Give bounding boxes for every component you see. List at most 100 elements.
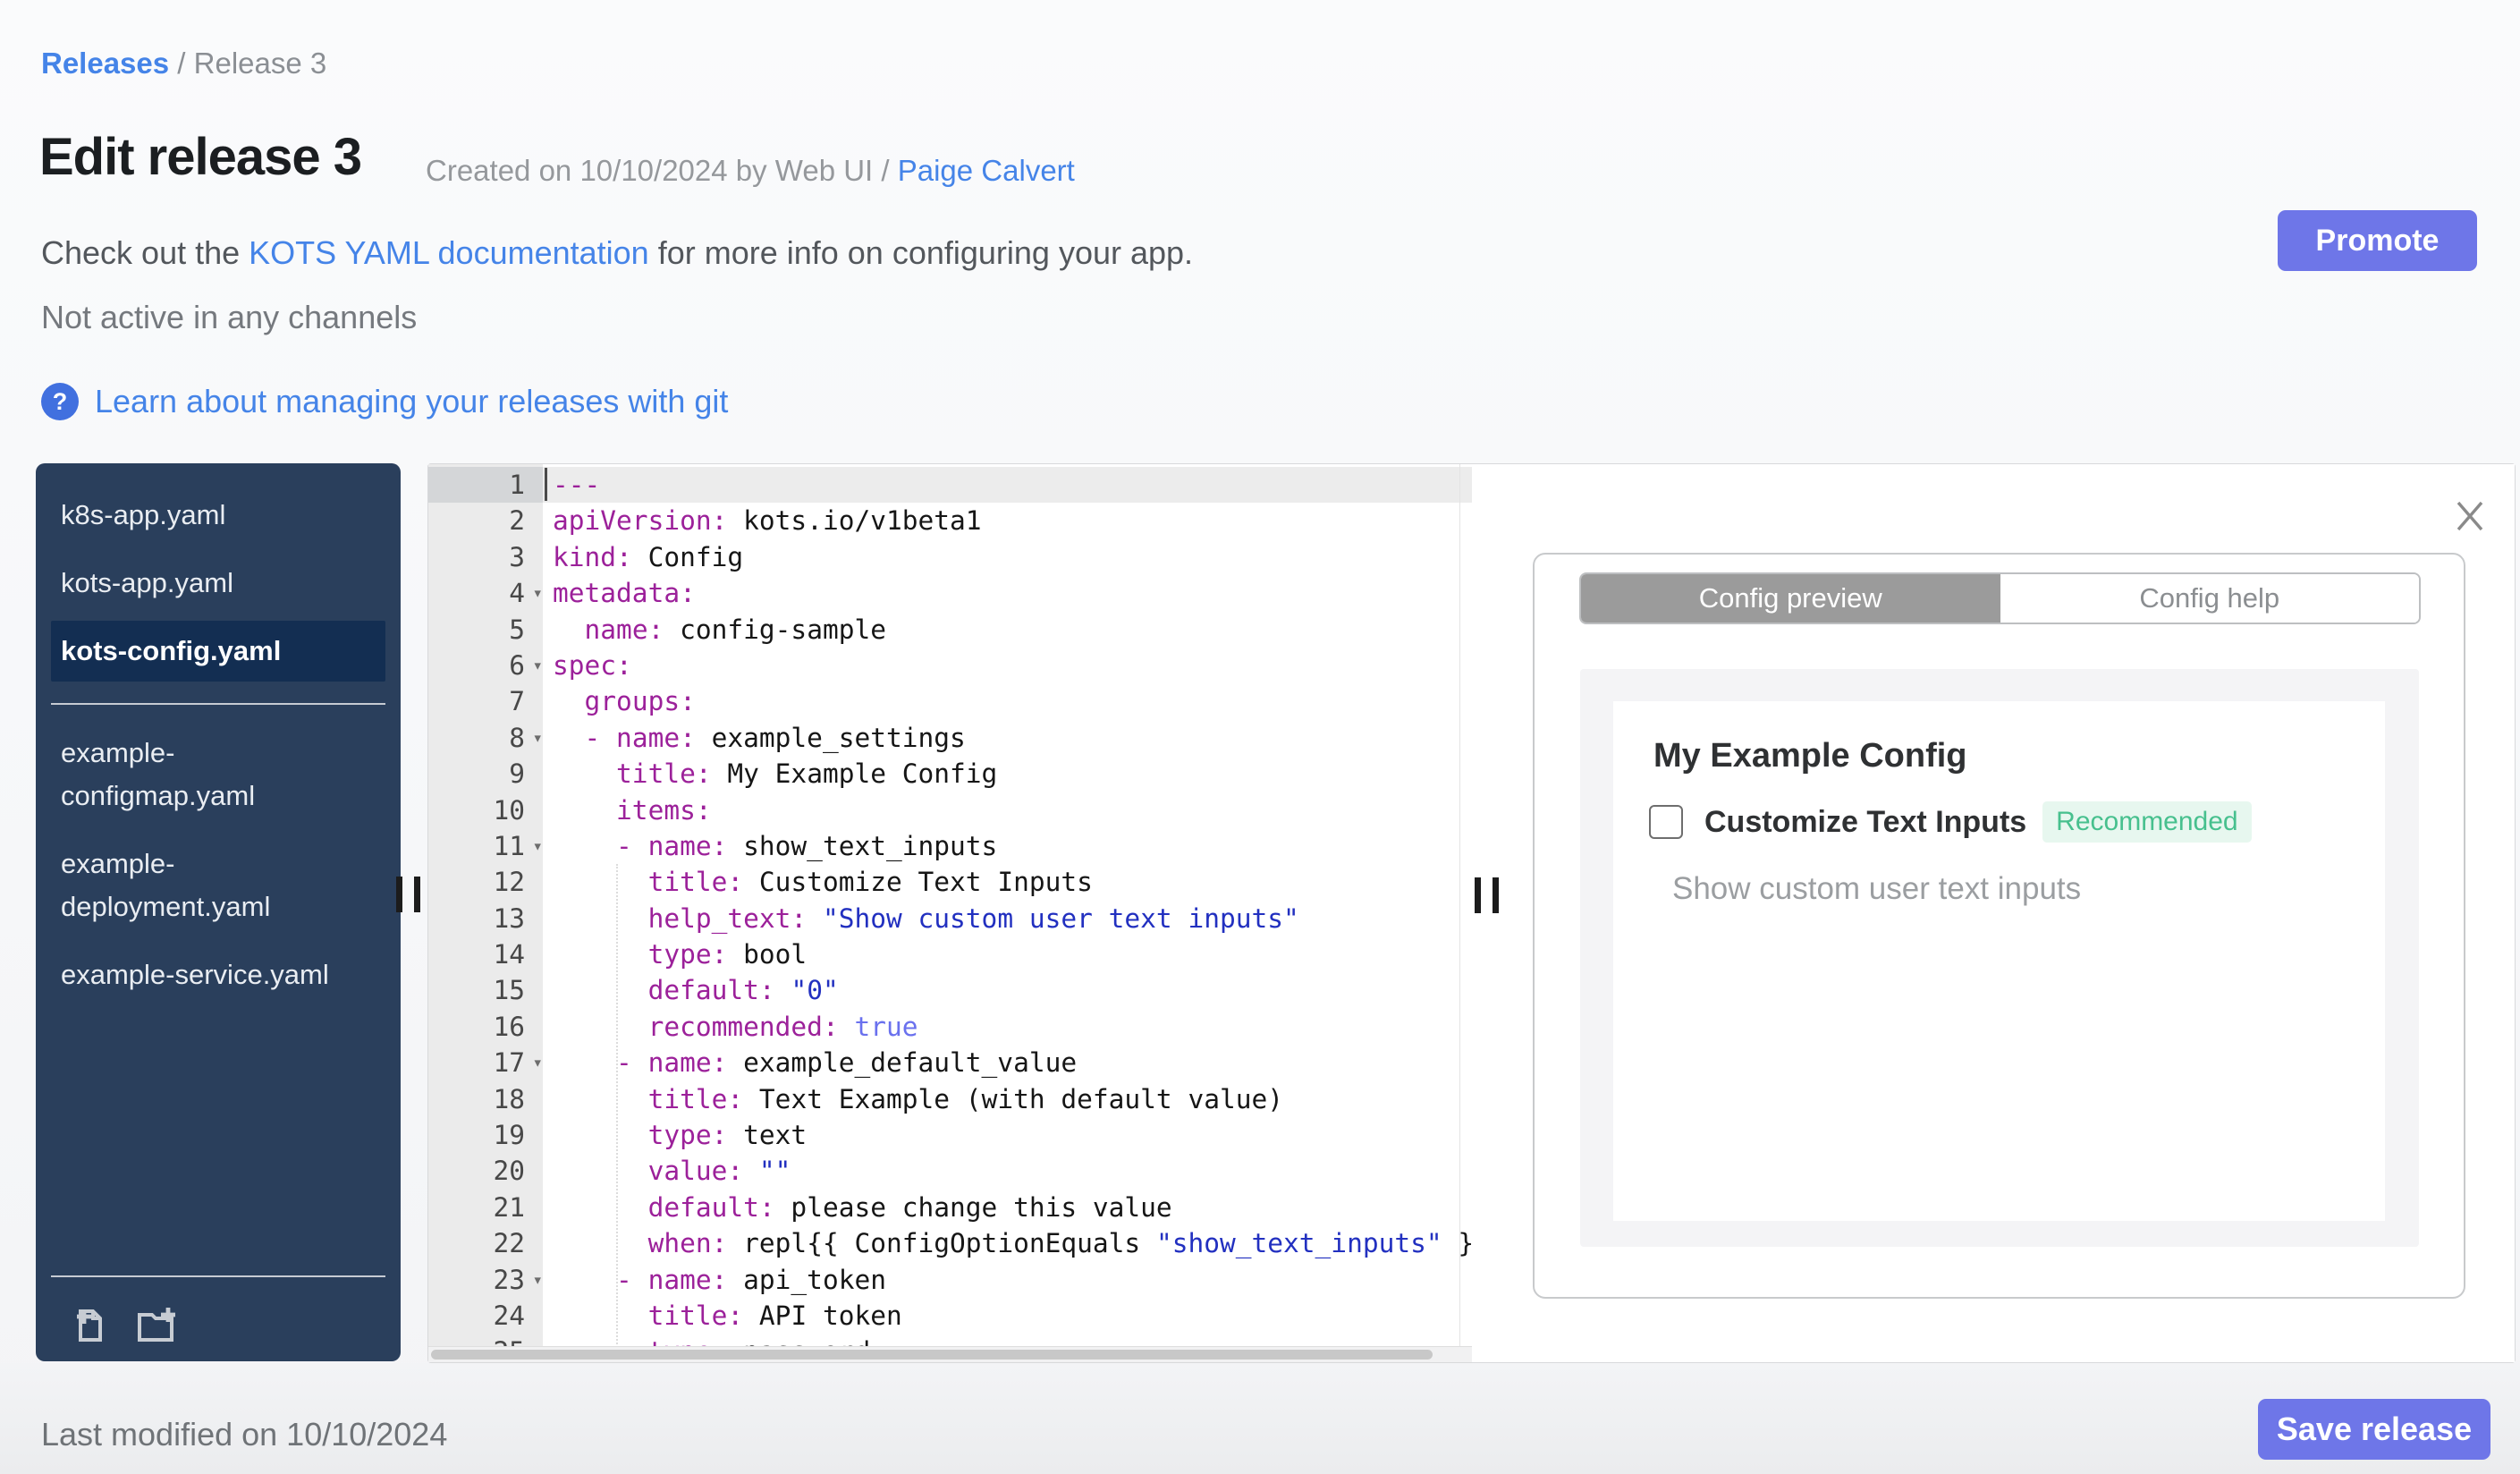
- file-item-kots-config-yaml[interactable]: kots-config.yaml: [51, 621, 385, 682]
- code-text[interactable]: title: API token: [543, 1298, 1472, 1334]
- line-number: 15: [428, 972, 543, 1009]
- fold-arrow-icon[interactable]: ▾: [533, 648, 543, 683]
- code-text[interactable]: value: "": [543, 1153, 1472, 1189]
- code-text[interactable]: title: Text Example (with default value): [543, 1081, 1472, 1117]
- code-text[interactable]: - name: show_text_inputs: [543, 828, 1472, 864]
- breadcrumb-separator: /: [177, 47, 186, 80]
- file-list: k8s-app.yaml kots-app.yaml kots-config.yam…: [36, 463, 401, 1005]
- sidebar-resize-handle[interactable]: [396, 877, 420, 912]
- tab-config-preview[interactable]: Config preview: [1581, 574, 2000, 623]
- line-number: 11 ▾: [428, 827, 543, 865]
- file-item-label: k8s-app.yaml: [61, 499, 226, 530]
- line-number: 23 ▾: [428, 1261, 543, 1298]
- preview-tabs: Config preview Config help: [1579, 572, 2421, 624]
- code-text[interactable]: apiVersion: kots.io/v1beta1: [543, 503, 1472, 538]
- editor-hscrollbar[interactable]: [428, 1346, 1472, 1362]
- git-releases-link[interactable]: Learn about managing your releases with …: [95, 383, 728, 420]
- fold-arrow-icon[interactable]: ▾: [533, 575, 543, 611]
- yaml-editor[interactable]: 1 --- 2 apiVersion: kots.io/v1beta1 3 kind: C…: [428, 464, 1472, 1362]
- editor-line-7: 7 groups:: [428, 683, 1472, 720]
- page-title: Edit release 3: [39, 128, 362, 186]
- code-text[interactable]: metadata:: [543, 575, 1472, 611]
- author-link[interactable]: Paige Calvert: [898, 154, 1075, 187]
- file-item-example-service-yaml[interactable]: example-service.yaml: [36, 945, 401, 1005]
- file-item-label: example-service.yaml: [61, 959, 329, 990]
- file-item-example-deployment-yaml[interactable]: example-deployment.yaml: [36, 834, 401, 937]
- editor-line-6: 6 ▾ spec:: [428, 647, 1472, 684]
- file-sidebar: k8s-app.yaml kots-app.yaml kots-config.yam…: [36, 463, 401, 1361]
- editor-line-11: 11 ▾ - name: show_text_inputs: [428, 827, 1472, 865]
- add-file-icon[interactable]: [68, 1304, 111, 1347]
- file-item-k8s-app-yaml[interactable]: k8s-app.yaml: [36, 485, 401, 546]
- code-text[interactable]: default: please change this value: [543, 1190, 1472, 1225]
- editor-lines: 1 --- 2 apiVersion: kots.io/v1beta1 3 kind: C…: [428, 467, 1472, 1362]
- file-item-label: example-: [61, 737, 175, 768]
- line-number: 13: [428, 900, 543, 937]
- pane-resize-handle[interactable]: [1475, 877, 1499, 913]
- fold-arrow-icon[interactable]: ▾: [533, 1262, 543, 1298]
- editor-line-18: 18 title: Text Example (with default val…: [428, 1080, 1472, 1118]
- code-text[interactable]: - name: example_settings: [543, 720, 1472, 756]
- fold-arrow-icon[interactable]: ▾: [533, 720, 543, 756]
- hscrollbar-thumb[interactable]: [431, 1350, 1433, 1360]
- created-line: Created on 10/10/2024 by Web UI / Paige …: [426, 154, 1075, 188]
- line-number: 5: [428, 611, 543, 648]
- code-text[interactable]: groups:: [543, 683, 1472, 719]
- line-number: 3: [428, 538, 543, 576]
- created-text: Created on 10/10/2024 by Web UI /: [426, 154, 898, 187]
- editor-line-8: 8 ▾ - name: example_settings: [428, 719, 1472, 757]
- line-number: 10: [428, 792, 543, 828]
- text-cursor: [545, 468, 547, 501]
- code-text[interactable]: default: "0": [543, 972, 1472, 1008]
- save-release-button[interactable]: Save release: [2258, 1399, 2490, 1460]
- file-item-label: example-: [61, 848, 175, 879]
- question-icon: ?: [41, 383, 79, 420]
- file-item-example-configmap-yaml[interactable]: example-configmap.yaml: [36, 723, 401, 826]
- sidebar-divider: [51, 703, 385, 705]
- editor-line-17: 17 ▾ - name: example_default_value: [428, 1045, 1472, 1081]
- promote-button[interactable]: Promote: [2278, 210, 2477, 271]
- code-text[interactable]: spec:: [543, 648, 1472, 683]
- customize-text-inputs-checkbox[interactable]: [1649, 805, 1683, 839]
- file-item-label: configmap.yaml: [61, 780, 256, 811]
- line-number: 12: [428, 864, 543, 901]
- editor-line-13: 13 help_text: "Show custom user text inp…: [428, 900, 1472, 937]
- add-folder-icon[interactable]: [134, 1304, 177, 1347]
- config-group-title: My Example Config: [1653, 737, 1967, 775]
- preview-card: Config preview Config help My Example Con…: [1533, 553, 2465, 1299]
- editor-line-12: 12 title: Customize Text Inputs: [428, 864, 1472, 901]
- file-item-kots-app-yaml[interactable]: kots-app.yaml: [36, 553, 401, 614]
- code-text[interactable]: type: text: [543, 1117, 1472, 1153]
- code-text[interactable]: title: Customize Text Inputs: [543, 864, 1472, 900]
- editor-vscrollbar[interactable]: [1459, 464, 1460, 1347]
- code-text[interactable]: ---: [543, 467, 1472, 504]
- breadcrumb-releases-link[interactable]: Releases: [41, 47, 169, 80]
- line-number: 1: [428, 467, 543, 504]
- line-number: 14: [428, 936, 543, 973]
- editor-line-16: 16 recommended: true: [428, 1008, 1472, 1046]
- fold-arrow-icon[interactable]: ▾: [533, 828, 543, 864]
- file-item-label: deployment.yaml: [61, 891, 271, 922]
- code-text[interactable]: - name: api_token: [543, 1262, 1472, 1298]
- code-text[interactable]: name: config-sample: [543, 612, 1472, 648]
- doc-line-pre: Check out the: [41, 234, 249, 271]
- editor-line-24: 24 title: API token: [428, 1297, 1472, 1334]
- line-number: 8 ▾: [428, 719, 543, 757]
- code-text[interactable]: type: bool: [543, 936, 1472, 972]
- kots-yaml-doc-link[interactable]: KOTS YAML documentation: [249, 234, 649, 271]
- code-text[interactable]: title: My Example Config: [543, 756, 1472, 792]
- config-item-row: Customize Text Inputs Recommended: [1649, 801, 2252, 843]
- code-text[interactable]: - name: example_default_value: [543, 1045, 1472, 1080]
- line-number: 22: [428, 1225, 543, 1262]
- code-text[interactable]: help_text: "Show custom user text inputs…: [543, 901, 1472, 936]
- close-icon[interactable]: [2452, 498, 2488, 534]
- line-number: 6 ▾: [428, 647, 543, 684]
- code-text[interactable]: items:: [543, 792, 1472, 828]
- tab-config-help[interactable]: Config help: [2000, 574, 2419, 623]
- code-text[interactable]: kind: Config: [543, 539, 1472, 575]
- code-text[interactable]: recommended: true: [543, 1009, 1472, 1045]
- code-text[interactable]: when: repl{{ ConfigOptionEquals "show_te…: [543, 1225, 1472, 1261]
- editor-line-14: 14 type: bool: [428, 936, 1472, 973]
- channel-status: Not active in any channels: [41, 299, 418, 335]
- fold-arrow-icon[interactable]: ▾: [533, 1045, 543, 1080]
